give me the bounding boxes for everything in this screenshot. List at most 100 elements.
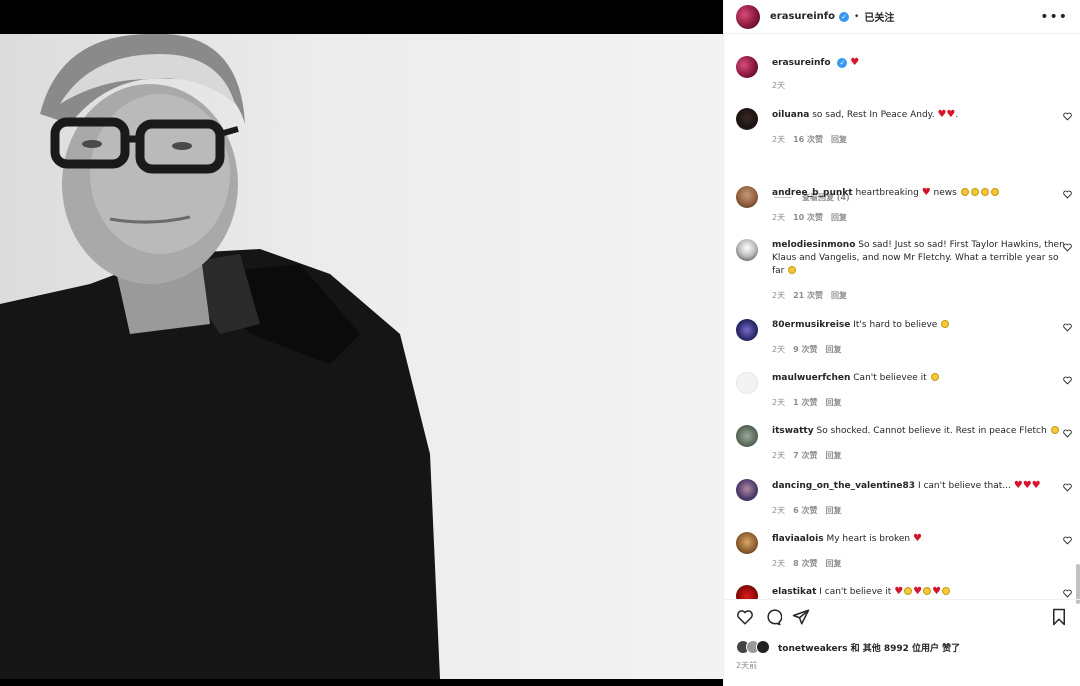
like-comment-heart-icon[interactable] (1063, 536, 1072, 545)
comment-row: dancing_on_the_valentine83 I can't belie… (736, 479, 1072, 517)
caption-time: 2天 (772, 81, 786, 90)
comment-time: 2天 (772, 135, 786, 144)
post-side-panel: erasureinfo ✓ • 已关注 ••• erasureinfo ✓ ♥ … (723, 0, 1080, 686)
sad-emoji (942, 587, 951, 595)
like-comment-heart-icon[interactable] (1063, 483, 1072, 492)
comment-username[interactable]: oiluana (772, 110, 809, 120)
comment-row: melodiesinmono So sad! Just so sad! Firs… (736, 239, 1072, 302)
avatar[interactable] (736, 372, 758, 394)
avatar[interactable] (736, 319, 758, 341)
like-comment-heart-icon[interactable] (1063, 323, 1072, 332)
comment-username[interactable]: andree_b_punkt (772, 188, 853, 198)
caption-username[interactable]: erasureinfo (772, 58, 831, 68)
red-heart-emoji: ♥ (946, 109, 956, 120)
comment-likes[interactable]: 6 次赞 (793, 506, 817, 515)
reply-button[interactable]: 回复 (831, 291, 847, 300)
comment-time: 2天 (772, 451, 786, 460)
reply-button[interactable]: 回复 (825, 559, 841, 568)
avatar[interactable] (736, 56, 758, 78)
like-comment-heart-icon[interactable] (1063, 376, 1072, 385)
author-avatar[interactable] (736, 4, 760, 29)
comment-time: 2天 (772, 213, 786, 222)
caption-row: erasureinfo ✓ ♥ 2天 (736, 56, 1072, 92)
comment-text: Can't believee it (853, 373, 930, 383)
like-comment-heart-icon[interactable] (1063, 243, 1072, 252)
reply-button[interactable]: 回复 (831, 135, 847, 144)
comment-likes[interactable]: 10 次赞 (793, 213, 823, 222)
post-photo[interactable] (0, 34, 723, 679)
red-heart-emoji: ♥ (932, 586, 942, 597)
comment-row: maulwuerfchen Can't believee it 2天 1 次赞 回复 (736, 372, 1072, 409)
comment-username[interactable]: melodiesinmono (772, 240, 855, 250)
post-actions: tonetweakers 和 其他 8992 位用户 赞了 2天前 (724, 599, 1080, 686)
comment-row: 80ermusikreise It's hard to believe 2天 9 … (736, 319, 1072, 356)
red-heart-emoji: ♥ (913, 586, 923, 597)
comment-username[interactable]: maulwuerfchen (772, 373, 850, 383)
comment-text-2: news (930, 188, 960, 198)
avatar[interactable] (736, 479, 758, 501)
comment-row: andree_b_punkt heartbreaking ♥ news 2天 10… (736, 186, 1072, 224)
comment-username[interactable]: elastikat (772, 587, 816, 597)
reply-button[interactable]: 回复 (825, 345, 841, 354)
comments-list[interactable]: erasureinfo ✓ ♥ 2天 oiluana so sad, Rest … (724, 34, 1080, 599)
like-comment-heart-icon[interactable] (1063, 190, 1072, 199)
avatar (756, 640, 770, 654)
reply-button[interactable]: 回复 (825, 398, 841, 407)
avatar[interactable] (736, 108, 758, 130)
red-heart-emoji: ♥ (894, 586, 904, 597)
comment-time: 2天 (772, 291, 786, 300)
avatar[interactable] (736, 532, 758, 554)
like-comment-heart-icon[interactable] (1063, 112, 1072, 121)
comment-row: oiluana so sad, Rest In Peace Andy. ♥♥. … (736, 108, 1072, 146)
scrollbar-thumb[interactable] (1076, 564, 1080, 604)
comment-username[interactable]: dancing_on_the_valentine83 (772, 481, 915, 491)
red-heart-emoji: ♥ (1013, 480, 1023, 491)
comment-username[interactable]: itswatty (772, 426, 814, 436)
avatar[interactable] (736, 585, 758, 599)
comment-likes[interactable]: 7 次赞 (793, 451, 817, 460)
post-header: erasureinfo ✓ • 已关注 ••• (724, 0, 1080, 34)
avatar[interactable] (736, 239, 758, 261)
sad-emoji (904, 587, 913, 595)
more-icon[interactable]: ••• (1040, 9, 1068, 25)
comment-icon[interactable] (764, 608, 783, 626)
comment-row: elastikat I can't believe it ♥ ♥ ♥ (736, 585, 1072, 599)
like-comment-heart-icon[interactable] (1063, 589, 1072, 598)
red-heart-emoji: ♥ (921, 187, 931, 198)
action-icons (736, 608, 1068, 628)
avatar[interactable] (736, 186, 758, 208)
comment-time: 2天 (772, 559, 786, 568)
comment-username[interactable]: flaviaalois (772, 534, 824, 544)
crying-emoji (960, 188, 969, 196)
comments-scrollbar[interactable] (1076, 34, 1080, 604)
red-heart-emoji: ♥ (1031, 480, 1041, 491)
reply-button[interactable]: 回复 (825, 451, 841, 460)
reply-button[interactable]: 回复 (831, 213, 847, 222)
crying-emoji (980, 188, 989, 196)
author-name[interactable]: erasureinfo (770, 11, 835, 22)
comment-likes[interactable]: 1 次赞 (793, 398, 817, 407)
likes-summary[interactable]: tonetweakers 和 其他 8992 位用户 赞了 (736, 640, 960, 654)
reply-button[interactable]: 回复 (825, 506, 841, 515)
heart-icon[interactable] (736, 608, 754, 626)
crying-emoji (970, 188, 979, 196)
comment-text: It's hard to believe (853, 320, 941, 330)
comment-likes[interactable]: 8 次赞 (793, 559, 817, 568)
comment-text: So shocked. Cannot believe it. Rest in p… (816, 426, 1050, 436)
sad-emoji (941, 320, 950, 328)
comment-text: My heart is broken (826, 534, 914, 544)
bookmark-icon[interactable] (1050, 608, 1068, 626)
comment-time: 2天 (772, 398, 786, 407)
comment-text: heartbreaking (855, 188, 922, 198)
comment-username[interactable]: 80ermusikreise (772, 320, 850, 330)
comment-likes[interactable]: 21 次赞 (793, 291, 823, 300)
comment-likes[interactable]: 9 次赞 (793, 345, 817, 354)
avatar[interactable] (736, 425, 758, 447)
verified-icon: ✓ (839, 11, 850, 22)
share-icon[interactable] (792, 608, 810, 626)
separator-dot: • (854, 11, 860, 22)
follow-status-button[interactable]: 已关注 (864, 9, 894, 24)
like-comment-heart-icon[interactable] (1063, 429, 1072, 438)
comment-likes[interactable]: 16 次赞 (793, 135, 823, 144)
sad-emoji (1050, 426, 1059, 434)
